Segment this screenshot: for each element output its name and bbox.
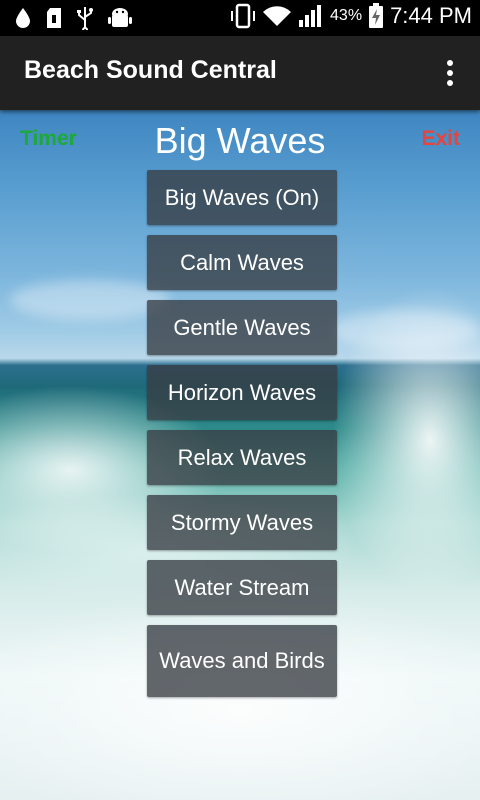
signal-icon [299, 5, 322, 27]
sound-button-stormy-waves[interactable]: Stormy Waves [147, 495, 337, 550]
exit-button[interactable]: Exit [421, 127, 460, 151]
sound-button-big-waves[interactable]: Big Waves (On) [147, 170, 337, 225]
background-cloud [330, 310, 480, 350]
status-time: 7:44 PM [390, 3, 472, 28]
sound-button-calm-waves[interactable]: Calm Waves [147, 235, 337, 290]
sd-card-icon [47, 8, 61, 28]
usb-icon [77, 7, 93, 30]
overflow-menu-icon[interactable] [440, 58, 460, 88]
sound-button-horizon-waves[interactable]: Horizon Waves [147, 365, 337, 420]
status-bar: 43% 7:44 PM [0, 0, 480, 36]
battery-percent: 43% [330, 7, 363, 24]
status-system: 43% 7:44 PM [230, 3, 472, 29]
water-drop-icon [16, 8, 30, 28]
sound-button-water-stream[interactable]: Water Stream [147, 560, 337, 615]
main-content: Timer Big Waves Exit Big Waves (On) Calm… [0, 110, 480, 800]
battery-charging-icon [369, 3, 384, 28]
current-sound-title: Big Waves [154, 120, 326, 161]
sound-button-relax-waves[interactable]: Relax Waves [147, 430, 337, 485]
app-bar: Beach Sound Central [0, 36, 480, 110]
background-cloud [10, 280, 170, 320]
sound-button-waves-and-birds[interactable]: Waves and Birds [147, 625, 337, 697]
sound-button-gentle-waves[interactable]: Gentle Waves [147, 300, 337, 355]
phone-vibrate-icon [231, 3, 256, 29]
app-title: Beach Sound Central [24, 56, 277, 84]
android-debug-icon [108, 8, 132, 27]
status-notifications [14, 6, 132, 30]
wifi-icon [263, 6, 292, 26]
